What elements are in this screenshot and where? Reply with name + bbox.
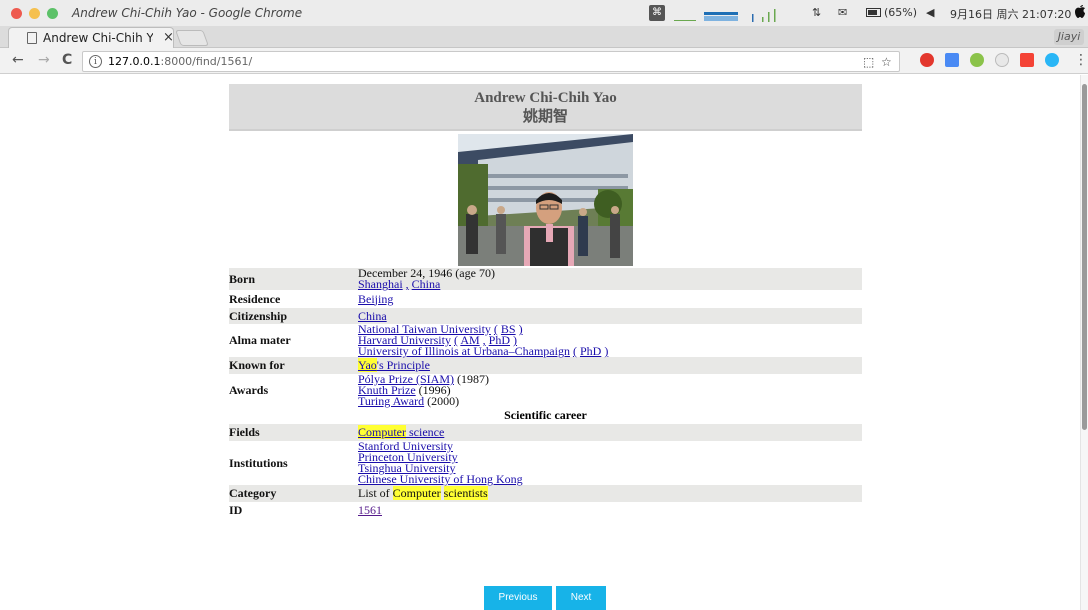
url-host: 127.0.0.1 [108, 55, 161, 68]
fields-label: Fields [229, 425, 260, 439]
school-link-uiuc[interactable]: University of Illinois at Urbana–Champai… [358, 344, 570, 358]
row-category: Category List of Computer scientists [229, 485, 862, 502]
fields-rest: science [409, 425, 445, 439]
page-viewport: Andrew Chi-Chih Yao 姚期智 Born December 24… [0, 75, 1088, 610]
institutions-value: Stanford University Princeton University… [358, 440, 862, 486]
window-title: Andrew Chi-Chih Yao - Google Chrome [72, 6, 303, 20]
system-monitor-graph-icon [674, 9, 776, 22]
fields-link[interactable]: Computer science [358, 425, 444, 439]
search-highlight: scientists [443, 486, 488, 500]
new-tab-button[interactable] [175, 30, 209, 46]
row-known-for: Known for Yao's Principle [229, 357, 862, 374]
born-label: Born [229, 271, 256, 286]
network-arrows-icon[interactable]: ⇅ [812, 6, 821, 19]
next-button[interactable]: Next [556, 586, 606, 610]
forward-button[interactable]: → [38, 52, 50, 68]
url-path: :8000/find/1561/ [160, 55, 253, 68]
reload-button[interactable]: C [62, 52, 72, 68]
grey-extension-icon[interactable] [995, 53, 1009, 67]
volume-icon[interactable]: ◀ [926, 6, 934, 19]
paren-open: ( [572, 344, 577, 358]
bookmark-star-icon[interactable]: ☆ [881, 55, 892, 69]
window-maximize-button[interactable] [47, 8, 58, 19]
page-icon [27, 32, 37, 44]
id-label: ID [229, 503, 243, 517]
award-year: (1987) [457, 372, 489, 386]
known-for-label: Known for [229, 358, 285, 372]
window-close-button[interactable] [11, 8, 22, 19]
command-key-icon[interactable]: ⌘ [649, 5, 665, 21]
os-menu-bar: Andrew Chi-Chih Yao - Google Chrome ⌘ ⇅ … [0, 0, 1088, 26]
section-title-scientific-career: Scientific career [504, 408, 587, 422]
search-highlight: Computer [392, 486, 441, 500]
known-for-link[interactable]: Yao's Principle [358, 358, 430, 372]
award-link-turing[interactable]: Turing Award [358, 394, 424, 408]
citizenship-label: Citizenship [229, 308, 288, 323]
tab-close-icon[interactable]: × [163, 30, 174, 45]
row-section-title: Scientific career [229, 407, 862, 424]
degree-link-phd-uiuc[interactable]: PhD [580, 344, 601, 358]
born-city-link[interactable]: Shanghai [358, 277, 403, 291]
citizenship-link[interactable]: China [358, 309, 387, 323]
row-fields: Fields Computer science [229, 424, 862, 441]
battery-icon[interactable] [866, 6, 881, 19]
born-country-link[interactable]: China [412, 277, 441, 291]
person-name-block: Andrew Chi-Chih Yao 姚期智 [229, 84, 862, 131]
row-born: Born December 24, 1946 (age 70) Shanghai… [229, 267, 862, 291]
tab-strip: Andrew Chi-Chih Yao × Jiayi [0, 26, 1088, 49]
mail-icon[interactable]: ✉ [838, 6, 847, 19]
site-info-icon[interactable]: i [89, 55, 102, 68]
alma-mater-label: Alma mater [229, 333, 291, 347]
category-value: List of Computer scientists [358, 485, 862, 502]
clock[interactable]: 9月16日 周六 21:07:20 [950, 6, 1071, 22]
awards-value: Pólya Prize (SIAM) (1987) Knuth Prize (1… [358, 372, 862, 408]
awards-label: Awards [229, 383, 269, 397]
battery-percent: (65%) [884, 6, 918, 19]
born-value: December 24, 1946 (age 70) Shanghai , Ch… [358, 267, 862, 291]
born-separator: , [405, 277, 409, 291]
translate-extension-icon[interactable] [945, 53, 959, 67]
bulb-extension-icon[interactable] [1045, 53, 1059, 67]
category-label: Category [229, 486, 277, 500]
row-alma-mater: Alma mater National Taiwan University ( … [229, 322, 862, 358]
institutions-label: Institutions [229, 455, 288, 470]
scrollbar-thumb[interactable] [1082, 84, 1087, 430]
row-citizenship: Citizenship China [229, 308, 862, 324]
award-year: (2000) [427, 394, 460, 408]
url-text[interactable]: 127.0.0.1:8000/find/1561/ [108, 55, 252, 68]
row-awards: Awards Pólya Prize (SIAM) (1987) Knuth P… [229, 372, 862, 408]
browser-tab-active[interactable]: Andrew Chi-Chih Yao × [8, 27, 174, 49]
tab-title: Andrew Chi-Chih Yao [43, 31, 153, 45]
profile-button[interactable]: Jiayi [1054, 29, 1084, 45]
category-prefix: List of [358, 486, 390, 500]
paren-close: ) [604, 344, 609, 358]
adblock-extension-icon[interactable] [920, 53, 934, 67]
person-name-english: Andrew Chi-Chih Yao [474, 90, 617, 106]
green-extension-icon[interactable] [970, 53, 984, 67]
row-institutions: Institutions Stanford University Princet… [229, 440, 862, 486]
id-link[interactable]: 1561 [358, 503, 382, 517]
address-bar[interactable]: i 127.0.0.1:8000/find/1561/ ⬚ ☆ [82, 51, 900, 72]
person-name-chinese: 姚期智 [522, 107, 568, 125]
row-residence: Residence Beijing [229, 290, 862, 308]
person-photo [458, 134, 633, 266]
previous-button[interactable]: Previous [484, 586, 552, 610]
person-header: Andrew Chi-Chih Yao 姚期智 [229, 84, 862, 131]
residence-link[interactable]: Beijing [358, 292, 393, 306]
search-highlight: Yao [358, 358, 377, 372]
browser-menu-icon[interactable]: ⋮ [1074, 52, 1088, 68]
translate-icon[interactable]: ⬚ [863, 55, 874, 69]
person-infobox-table: Born December 24, 1946 (age 70) Shanghai… [229, 267, 862, 519]
red-extension-icon[interactable] [1020, 53, 1034, 67]
known-for-rest: 's Principle [376, 358, 430, 372]
institution-link-cuhk[interactable]: Chinese University of Hong Kong [358, 472, 523, 486]
residence-label: Residence [229, 291, 281, 306]
search-highlight: Computer [358, 425, 406, 439]
window-minimize-button[interactable] [29, 8, 40, 19]
back-button[interactable]: ← [12, 52, 24, 68]
alma-mater-value: National Taiwan University ( BS ) Harvar… [358, 322, 862, 358]
row-id: ID 1561 [229, 502, 862, 519]
paren-close: ) [518, 322, 523, 336]
system-settings-icon[interactable] [1074, 4, 1086, 18]
